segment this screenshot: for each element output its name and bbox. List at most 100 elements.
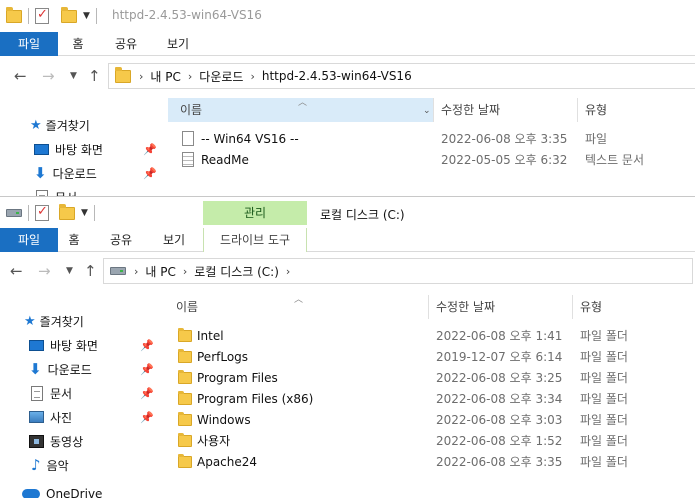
sidebar-item-label: 다운로드 xyxy=(52,166,97,181)
sidebar-item-downloads[interactable]: ⬇ 다운로드 xyxy=(34,162,97,184)
star-icon: ★ xyxy=(24,313,36,329)
breadcrumb-httpd[interactable]: httpd-2.4.53-win64-VS16 xyxy=(262,69,412,83)
sidebar-item-favorites[interactable]: ★ 즐겨찾기 xyxy=(24,310,84,332)
sidebar-item-videos[interactable]: 동영상 xyxy=(29,430,83,452)
tab-share[interactable]: 공유 xyxy=(105,228,137,252)
tab-drive-tools[interactable]: 드라이브 도구 xyxy=(203,228,307,252)
sidebar-item-pictures[interactable]: 사진 xyxy=(29,406,72,428)
recent-locations-chevron-icon[interactable]: ▼ xyxy=(70,71,77,81)
column-header-label: 유형 xyxy=(580,300,603,314)
folder-icon xyxy=(178,348,192,363)
column-header-date[interactable]: 수정한 날짜 xyxy=(434,98,574,122)
list-item[interactable]: ReadMe 2022-05-05 오후 6:32 텍스트 문서 xyxy=(182,149,695,170)
file-name: Intel xyxy=(197,328,224,343)
tab-view[interactable]: 보기 xyxy=(158,228,190,252)
tab-home[interactable]: 홈 xyxy=(62,228,86,252)
folder-icon xyxy=(178,369,192,384)
address-bar[interactable]: › 내 PC › 다운로드 › httpd-2.4.53-win64-VS16 xyxy=(108,63,695,89)
list-item[interactable]: Program Files (x86) 2022-06-08 오후 3:34 파… xyxy=(178,388,695,409)
sidebar-item-desktop[interactable]: 바탕 화면 xyxy=(34,138,194,160)
breadcrumb-chevron-icon[interactable]: › xyxy=(134,265,138,278)
breadcrumb-chevron-icon[interactable]: › xyxy=(183,265,187,278)
tab-home[interactable]: 홈 xyxy=(66,32,90,56)
title-bar: ▼ httpd-2.4.53-win64-VS16 xyxy=(0,0,695,32)
breadcrumb-this-pc[interactable]: 내 PC xyxy=(145,263,175,280)
pin-icon[interactable]: 📌 xyxy=(140,411,154,424)
file-date: 2022-05-05 오후 6:32 xyxy=(441,153,568,167)
quick-access-toolbar: ▼ xyxy=(6,203,101,223)
column-header-date[interactable]: 수정한 날짜 xyxy=(429,295,569,319)
window-title: 로컬 디스크 (C:) xyxy=(320,208,405,222)
breadcrumb-local-disk[interactable]: 로컬 디스크 (C:) xyxy=(194,263,279,280)
column-header-label: 수정한 날짜 xyxy=(441,103,501,117)
navigation-bar: ← → ▼ ↑ › 내 PC › 다운로드 › httpd-2.4.53-win… xyxy=(0,58,695,94)
address-bar[interactable]: › 내 PC › 로컬 디스크 (C:) › xyxy=(103,258,693,284)
pin-icon[interactable]: 📌 xyxy=(143,167,157,180)
breadcrumb-chevron-icon[interactable]: › xyxy=(139,70,143,83)
chevron-down-icon[interactable]: ▼ xyxy=(83,11,90,21)
title-bar: ▼ 관리 로컬 디스크 (C:) xyxy=(0,197,695,229)
new-folder-icon[interactable] xyxy=(61,6,77,23)
back-arrow-icon[interactable]: ← xyxy=(10,262,23,280)
sort-ascending-caret-icon: ︿ xyxy=(298,98,308,108)
context-tab-header-manage[interactable]: 관리 xyxy=(203,201,307,225)
tab-file[interactable]: 파일 xyxy=(0,228,58,252)
sidebar-item-desktop[interactable]: 바탕 화면 xyxy=(29,334,98,356)
sidebar-item-favorites[interactable]: ★ 즐겨찾기 xyxy=(30,114,90,136)
list-item[interactable]: Program Files 2022-06-08 오후 3:25 파일 폴더 xyxy=(178,367,695,388)
sidebar-item-documents[interactable]: 문서 xyxy=(31,382,72,404)
toolbar-separator xyxy=(93,205,95,221)
toolbar-separator xyxy=(28,8,29,24)
column-header-label: 이름 xyxy=(180,103,203,117)
breadcrumb-downloads[interactable]: 다운로드 xyxy=(199,68,243,85)
tab-view[interactable]: 보기 xyxy=(162,32,194,56)
tab-file[interactable]: 파일 xyxy=(0,32,58,56)
tab-share[interactable]: 공유 xyxy=(110,32,142,56)
ribbon-tabs: 파일 홈 공유 보기 드라이브 도구 xyxy=(0,228,695,252)
list-item[interactable]: Apache24 2022-06-08 오후 3:35 파일 폴더 xyxy=(178,451,695,472)
sidebar-item-label: 바탕 화면 xyxy=(50,338,98,353)
sidebar-item-label: 바탕 화면 xyxy=(55,142,103,157)
list-item[interactable]: Intel 2022-06-08 오후 1:41 파일 폴더 xyxy=(178,325,695,346)
sidebar-item-music[interactable]: ♪ 음악 xyxy=(31,454,69,476)
breadcrumb-this-pc[interactable]: 내 PC xyxy=(150,68,180,85)
properties-check-icon[interactable] xyxy=(35,204,49,221)
sidebar-item-onedrive[interactable]: OneDrive xyxy=(22,483,102,498)
list-item[interactable]: PerfLogs 2019-12-07 오후 6:14 파일 폴더 xyxy=(178,346,695,367)
pin-icon[interactable]: 📌 xyxy=(140,363,154,376)
list-item[interactable]: Windows 2022-06-08 오후 3:03 파일 폴더 xyxy=(178,409,695,430)
sidebar-item-documents[interactable]: 문서 xyxy=(36,186,77,196)
folder-icon xyxy=(178,453,192,468)
list-item[interactable]: -- Win64 VS16 -- 2022-06-08 오후 3:35 파일 xyxy=(182,128,695,149)
file-date: 2019-12-07 오후 6:14 xyxy=(436,350,563,364)
up-arrow-icon[interactable]: ↑ xyxy=(84,262,97,280)
breadcrumb-chevron-icon[interactable]: › xyxy=(188,70,192,83)
drive-icon xyxy=(6,209,22,217)
back-arrow-icon[interactable]: ← xyxy=(14,67,27,85)
folder-icon xyxy=(178,432,192,447)
desktop-icon xyxy=(34,143,49,155)
pin-icon[interactable]: 📌 xyxy=(143,143,157,156)
recent-locations-chevron-icon[interactable]: ▼ xyxy=(66,266,73,276)
breadcrumb-chevron-icon[interactable]: › xyxy=(286,265,290,278)
chevron-down-icon[interactable]: ▼ xyxy=(81,208,88,218)
breadcrumb-chevron-icon[interactable]: › xyxy=(250,70,254,83)
navigation-bar: ← → ▼ ↑ › 내 PC › 로컬 디스크 (C:) › xyxy=(0,253,695,289)
pin-icon[interactable]: 📌 xyxy=(140,387,154,400)
new-folder-icon[interactable] xyxy=(59,203,75,220)
file-name: PerfLogs xyxy=(197,349,249,364)
sidebar-item-downloads[interactable]: ⬇ 다운로드 xyxy=(29,358,92,380)
file-name: -- Win64 VS16 -- xyxy=(201,131,299,146)
column-filter-chevron-icon[interactable]: ⌄ xyxy=(423,106,431,116)
list-item[interactable]: 사용자 2022-06-08 오후 1:52 파일 폴더 xyxy=(178,430,695,451)
properties-check-icon[interactable] xyxy=(35,7,49,24)
file-type: 파일 폴더 xyxy=(580,455,628,469)
column-header-type[interactable]: 유형 xyxy=(578,98,695,122)
quick-access-toolbar: ▼ xyxy=(6,6,103,26)
file-type: 파일 폴더 xyxy=(580,392,628,406)
forward-arrow-icon[interactable]: → xyxy=(38,262,51,280)
forward-arrow-icon[interactable]: → xyxy=(42,67,55,85)
column-header-type[interactable]: 유형 xyxy=(573,295,695,319)
up-arrow-icon[interactable]: ↑ xyxy=(88,67,101,85)
pin-icon[interactable]: 📌 xyxy=(140,339,154,352)
